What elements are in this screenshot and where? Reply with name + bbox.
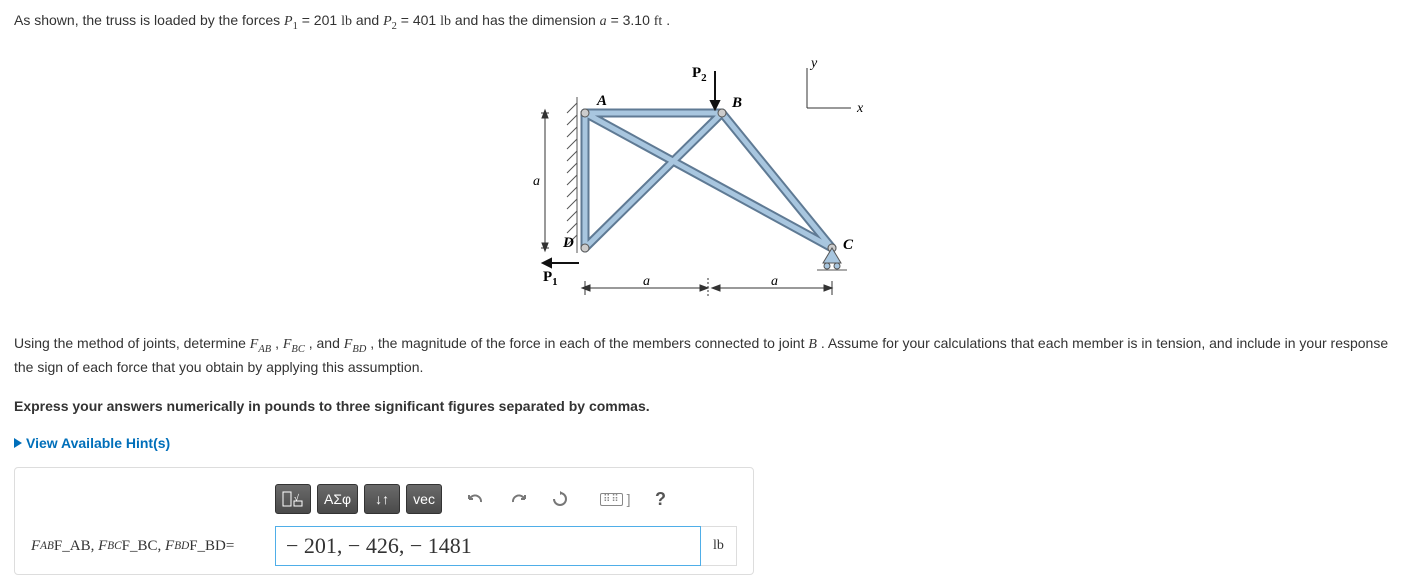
instruction-bold: Express your answers numerically in poun… [14, 396, 1400, 417]
answer-input[interactable]: − 201, − 426, − 1481 [275, 526, 701, 566]
dim-a-h1: a [643, 274, 650, 289]
label-p1: P1 [543, 269, 558, 288]
text: As shown, the truss is loaded by the for… [14, 12, 284, 28]
vec-button[interactable]: vec [406, 484, 442, 514]
unit-lb: lb [341, 14, 352, 29]
templates-button[interactable]: √ [275, 484, 311, 514]
undo-button[interactable] [458, 484, 494, 514]
answer-region: √ ΑΣφ ↓↑ vec ⠿⠿ ] ? FABF_AB, F_AB, FBCF_… [14, 467, 754, 575]
greek-button[interactable]: ΑΣφ [317, 484, 358, 514]
unit-label: lb [701, 526, 737, 566]
answer-lhs: FABF_AB, F_AB, FBCF_BC, F_BC, FBDF_BDF_B… [31, 526, 275, 566]
label-p2: P2 [692, 65, 707, 84]
sub-1: 1 [293, 21, 298, 32]
undo-icon [467, 492, 485, 506]
reset-button[interactable] [542, 484, 578, 514]
label-b: B [731, 95, 742, 111]
var-a: a [600, 14, 607, 29]
text: and has the dimension [455, 12, 600, 28]
redo-button[interactable] [500, 484, 536, 514]
problem-statement: As shown, the truss is loaded by the for… [14, 10, 1400, 35]
text: . [666, 12, 670, 28]
keyboard-icon: ⠿⠿ [600, 493, 623, 506]
help-button[interactable]: ? [643, 484, 679, 514]
text: , the magnitude of the force in each of … [370, 335, 808, 351]
reset-icon [552, 491, 568, 507]
eq-toolbar: √ ΑΣφ ↓↑ vec ⠿⠿ ] ? [275, 484, 737, 514]
hints-label: View Available Hint(s) [26, 435, 170, 451]
truss-figure: y x [527, 53, 887, 303]
text: , [275, 335, 283, 351]
axis-y-label: y [809, 56, 818, 71]
sort-button[interactable]: ↓↑ [364, 484, 400, 514]
unit-ft: ft [654, 14, 663, 29]
axis-x-label: x [856, 101, 864, 116]
text: , and [309, 335, 344, 351]
question-body: Using the method of joints, determine FA… [14, 333, 1400, 379]
sub-ab: AB [258, 343, 271, 354]
var-b: B [808, 337, 817, 352]
sub-2: 2 [392, 21, 397, 32]
label-c: C [843, 237, 854, 253]
view-hints-toggle[interactable]: View Available Hint(s) [14, 435, 1400, 451]
text: = 3.10 [611, 12, 654, 28]
chevron-right-icon [14, 438, 22, 448]
var-p1: P [284, 14, 293, 29]
dim-a-v: a [533, 174, 540, 189]
redo-icon [509, 492, 527, 506]
label-d: D [562, 235, 574, 251]
keyboard-button[interactable]: ⠿⠿ ] [594, 484, 636, 514]
sub-bc: BC [291, 343, 304, 354]
text: = 401 [401, 12, 440, 28]
sub-bd: BD [352, 343, 366, 354]
unit-lb: lb [440, 14, 451, 29]
var-p2: P [383, 14, 392, 29]
template-icon: √ [282, 491, 304, 507]
text: Using the method of joints, determine [14, 335, 250, 351]
label-a: A [596, 93, 607, 109]
figure-container: y x [14, 53, 1400, 303]
text: = 201 [302, 12, 341, 28]
dim-a-h2: a [771, 274, 778, 289]
text: and [356, 12, 383, 28]
